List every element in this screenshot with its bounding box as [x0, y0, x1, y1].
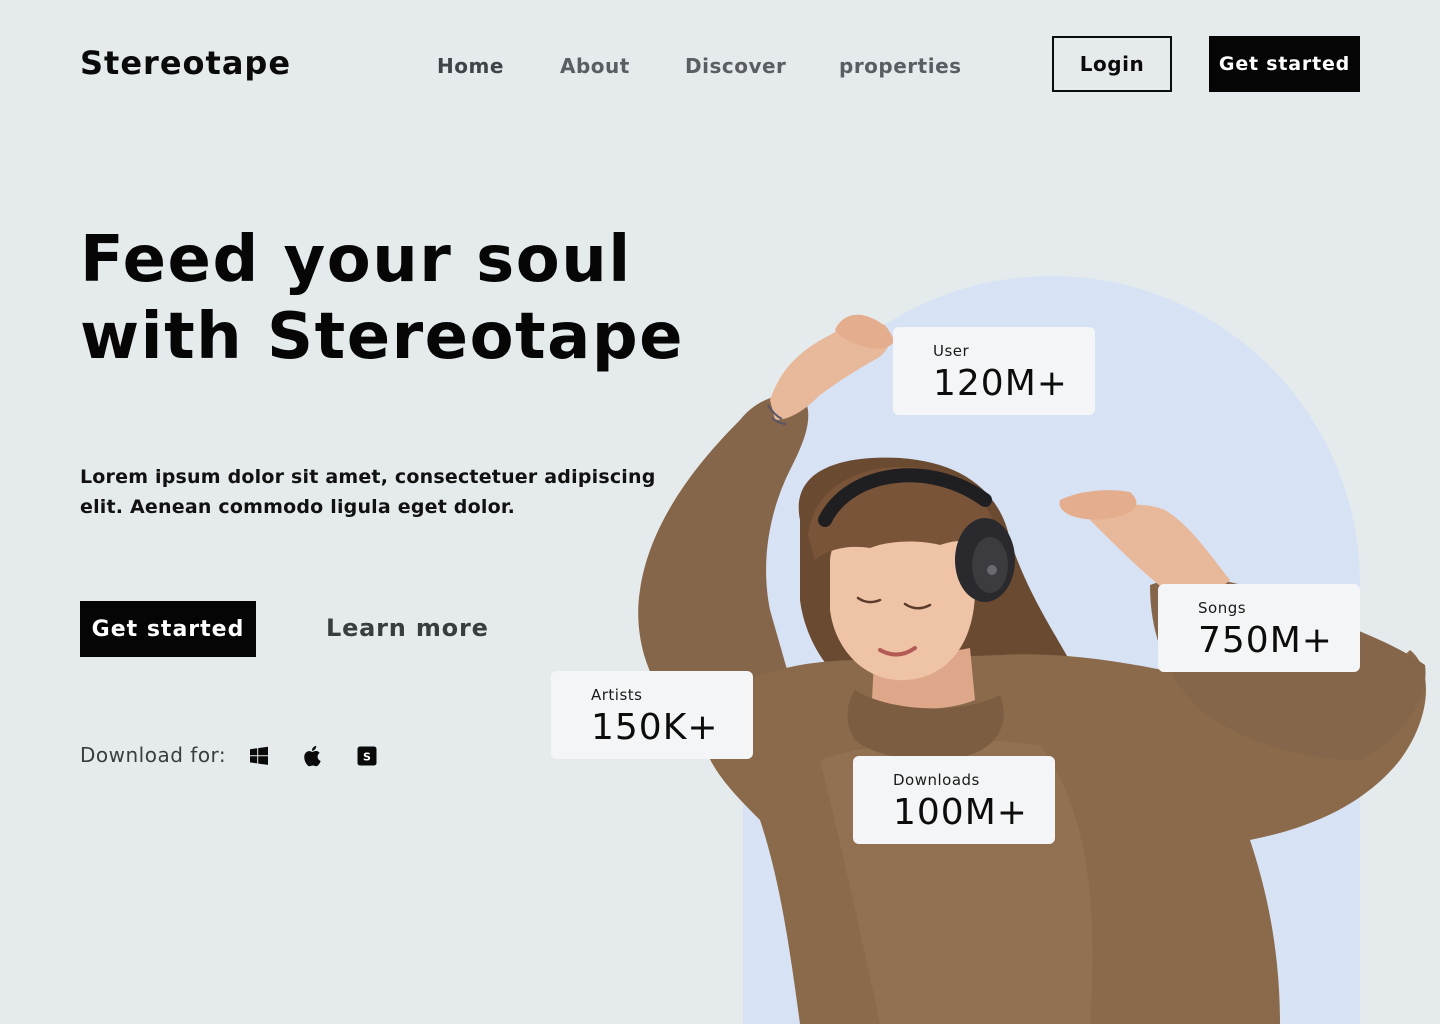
header-get-started-button[interactable]: Get started [1209, 36, 1360, 92]
hero-title: Feed your soul with Stereotape [80, 222, 720, 376]
nav-properties[interactable]: properties [839, 54, 962, 78]
hero-title-line-2: with Stereotape [80, 300, 685, 374]
windows-icon[interactable] [248, 744, 270, 768]
stat-label: Songs [1198, 599, 1247, 617]
stat-value: 750M+ [1198, 620, 1333, 661]
hero-description: Lorem ipsum dolor sit amet, consectetuer… [80, 466, 656, 518]
stat-label: User [933, 342, 970, 360]
stat-card-downloads: Downloads 100M+ [853, 756, 1055, 844]
stat-card-artists: Artists 150K+ [551, 671, 753, 759]
stat-value: 100M+ [893, 792, 1028, 833]
tattoo [767, 404, 787, 425]
login-button[interactable]: Login [1052, 36, 1172, 92]
download-label: Download for: [80, 743, 227, 767]
stat-value: 120M+ [933, 363, 1068, 404]
nav-discover[interactable]: Discover [685, 54, 786, 78]
nav-home[interactable]: Home [437, 54, 504, 78]
brand-logo[interactable]: Stereotape [80, 44, 291, 82]
stat-label: Downloads [893, 771, 980, 789]
hero-title-line-1: Feed your soul [80, 223, 632, 297]
learn-more-link[interactable]: Learn more [326, 614, 489, 642]
stat-card-songs: Songs 750M+ [1158, 584, 1360, 672]
apple-icon[interactable] [302, 744, 324, 768]
stat-card-users: User 120M+ [893, 327, 1095, 415]
hero-get-started-button[interactable]: Get started [80, 601, 256, 657]
stat-label: Artists [591, 686, 643, 704]
stat-value: 150K+ [591, 707, 719, 748]
nav-about[interactable]: About [560, 54, 630, 78]
svg-text:S: S [363, 751, 371, 764]
store-icon[interactable]: S [356, 744, 378, 768]
